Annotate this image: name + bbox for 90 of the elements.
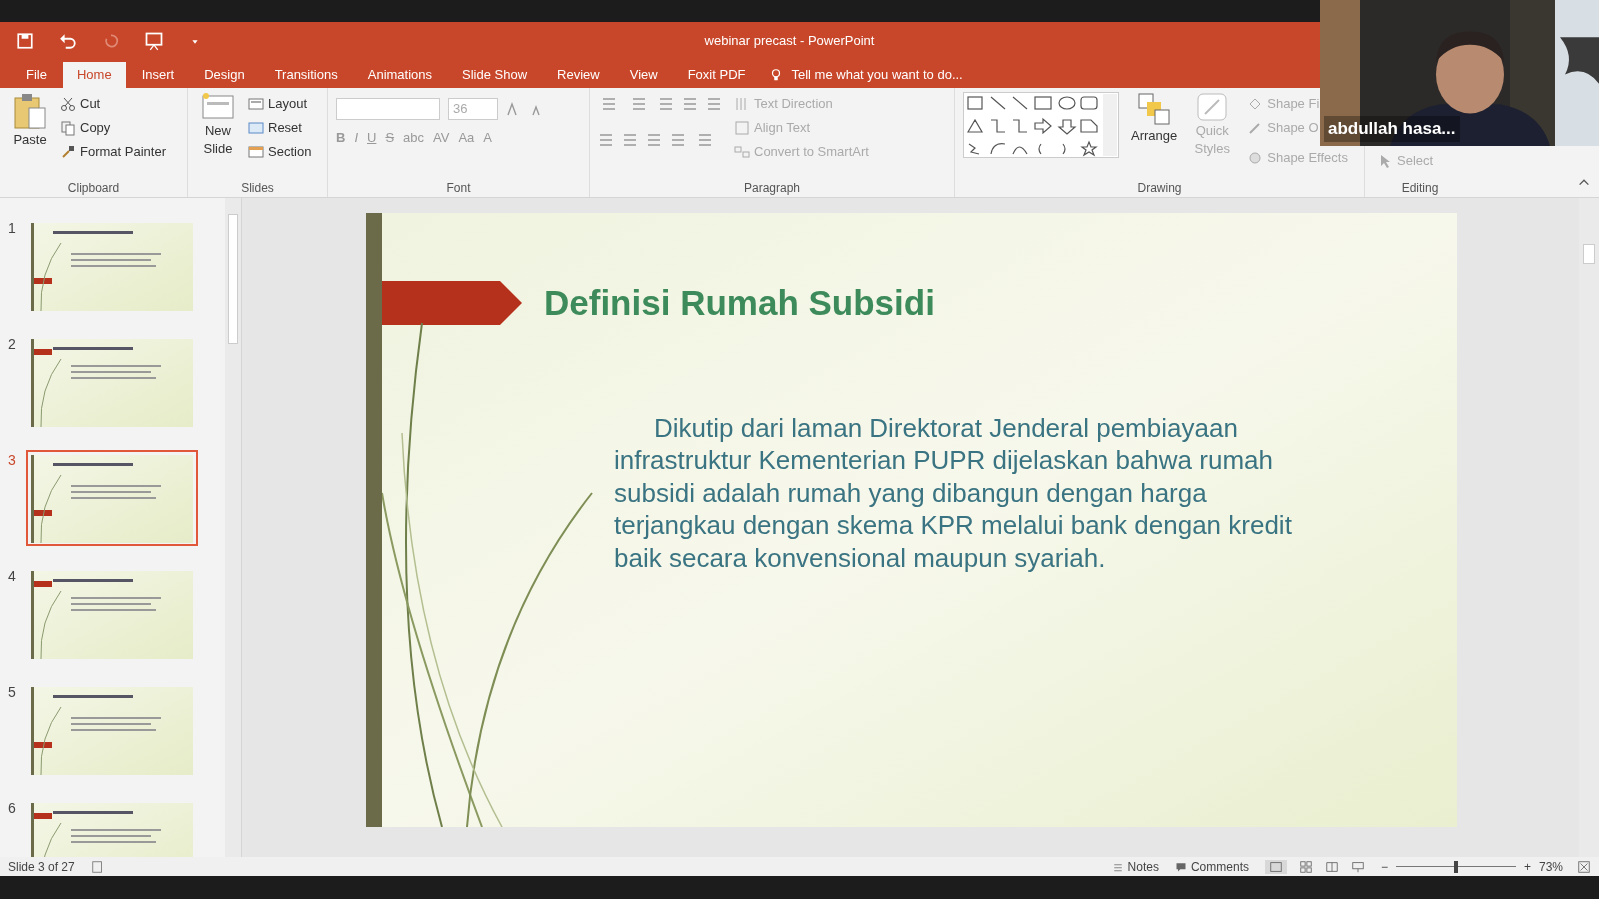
ribbon-button[interactable]: Cut [60,92,166,116]
scrollbar[interactable] [225,198,241,857]
slide-number: 6 [8,799,17,818]
new-slide-button[interactable]: New Slide [196,92,240,177]
window-title: webinar precast - PowerPoint [703,32,876,51]
participant-name: abdullah hasa... [1324,116,1460,142]
slide-title: Definisi Rumah Subsidi [544,282,935,324]
slider-thumb[interactable] [1454,860,1458,873]
format-button[interactable]: abc [403,128,425,148]
reading-view-icon[interactable] [1324,859,1339,874]
ribbon-tab[interactable]: Transitions [260,62,352,88]
zoom-out-button[interactable]: − [1380,857,1388,876]
undo-icon[interactable] [58,32,78,50]
section-icon[interactable] [248,144,264,160]
slide-number: 3 [8,451,17,470]
arrange-icon [1137,92,1172,126]
shapes-gallery[interactable] [963,92,1119,158]
group-label: Paragraph [742,180,801,197]
align-text-icon[interactable] [734,120,750,136]
fit-slide-icon[interactable] [1577,859,1591,874]
ribbon-tab[interactable]: Review [543,62,614,88]
ribbon-tab[interactable]: Home [62,62,126,88]
scissors-icon[interactable] [60,96,76,112]
arrange-button[interactable]: Arrange [1131,92,1178,177]
ribbon-button[interactable]: Reset [248,116,312,140]
justify-icon[interactable] [670,132,686,148]
group-label: Font [445,180,472,197]
spellcheck-icon[interactable] [90,859,105,874]
slide-number: 4 [8,567,17,586]
ribbon-button[interactable]: Layout [248,92,312,116]
smartart-icon[interactable] [734,144,750,160]
ribbon-tab[interactable]: Foxit PDF [673,62,760,88]
font-name-field[interactable] [336,98,440,120]
group-label: Editing [1400,180,1440,197]
ribbon-button[interactable]: Section [248,140,312,164]
indent-increase-icon[interactable] [682,96,698,112]
zoom-level[interactable]: 73% [1539,857,1569,876]
comment-icon[interactable] [1174,860,1187,873]
zoom-slider[interactable] [1396,860,1516,873]
slide-sorter-icon[interactable] [1298,859,1313,874]
ribbon-tab[interactable]: File [12,62,61,88]
tell-me-field[interactable]: Tell me what you want to do... [791,65,963,85]
format-button[interactable]: S [385,128,395,148]
normal-view-button[interactable] [1264,859,1287,874]
ribbon-button[interactable]: Copy [60,116,166,140]
line-spacing-icon[interactable] [706,96,722,112]
align-right-icon[interactable] [646,132,662,148]
group-label: Clipboard [66,180,121,197]
ribbon-tab[interactable]: View [615,62,672,88]
copy-icon[interactable] [60,120,76,136]
slide-number: 2 [8,335,17,354]
save-icon[interactable] [16,32,34,50]
format-button[interactable]: AV [433,128,450,148]
font-size-field[interactable]: 36 [448,98,498,120]
format-button[interactable]: B [336,128,346,148]
paste-button[interactable]: Paste [8,92,52,177]
normal-view-icon[interactable] [1268,859,1283,874]
scrollbar[interactable] [1579,198,1599,857]
comments-button[interactable]: Comments [1174,857,1249,876]
quick-styles-icon [1195,92,1230,122]
ribbon-tab[interactable]: Slide Show [448,62,542,88]
shape-effects-icon[interactable] [1247,150,1264,166]
slide-body-text: Dikutip dari laman Direktorat Jenderal pembiayaan infrastruktur Kementerian PUPR dijelaskan bahwa rumah subsidi adalah rumah yang dibangun dengan harga terjangkau dengan skema KPR melalui bank dengan kredit baik secara konvensional maupun syariah. [614,411,1293,574]
align-center-icon[interactable] [622,132,638,148]
group-label: Slides [240,180,275,197]
align-left-icon[interactable] [598,132,614,148]
redo-icon[interactable] [102,32,120,50]
ribbon-button[interactable]: Format Painter [60,140,166,164]
format-button[interactable]: A [483,128,492,148]
notes-button[interactable]: Notes [1111,857,1159,876]
zoom-in-button[interactable]: + [1524,857,1531,876]
ribbon-tab[interactable]: Animations [353,62,447,88]
slideshow-view-icon[interactable] [1350,859,1365,874]
reset-icon[interactable] [248,120,264,136]
format-button[interactable]: U [367,128,377,148]
slide-number: 1 [8,219,17,238]
format-button[interactable]: Aa [458,128,475,148]
slide-counter: Slide 3 of 27 [8,858,75,876]
clipboard-icon [13,92,47,130]
slideshow-icon[interactable] [144,31,164,51]
layout-icon[interactable] [248,96,264,112]
brush-icon[interactable] [60,144,76,160]
ribbon-tab[interactable]: Design [190,62,259,88]
group-label: Drawing [1136,180,1183,197]
slide-thumbnail[interactable] [26,450,198,546]
new-slide-icon [201,92,235,122]
ribbon-tab[interactable]: Insert [127,62,189,88]
slide-number: 5 [8,683,17,702]
indent-decrease-icon[interactable] [658,96,674,112]
format-button[interactable]: I [354,128,358,148]
